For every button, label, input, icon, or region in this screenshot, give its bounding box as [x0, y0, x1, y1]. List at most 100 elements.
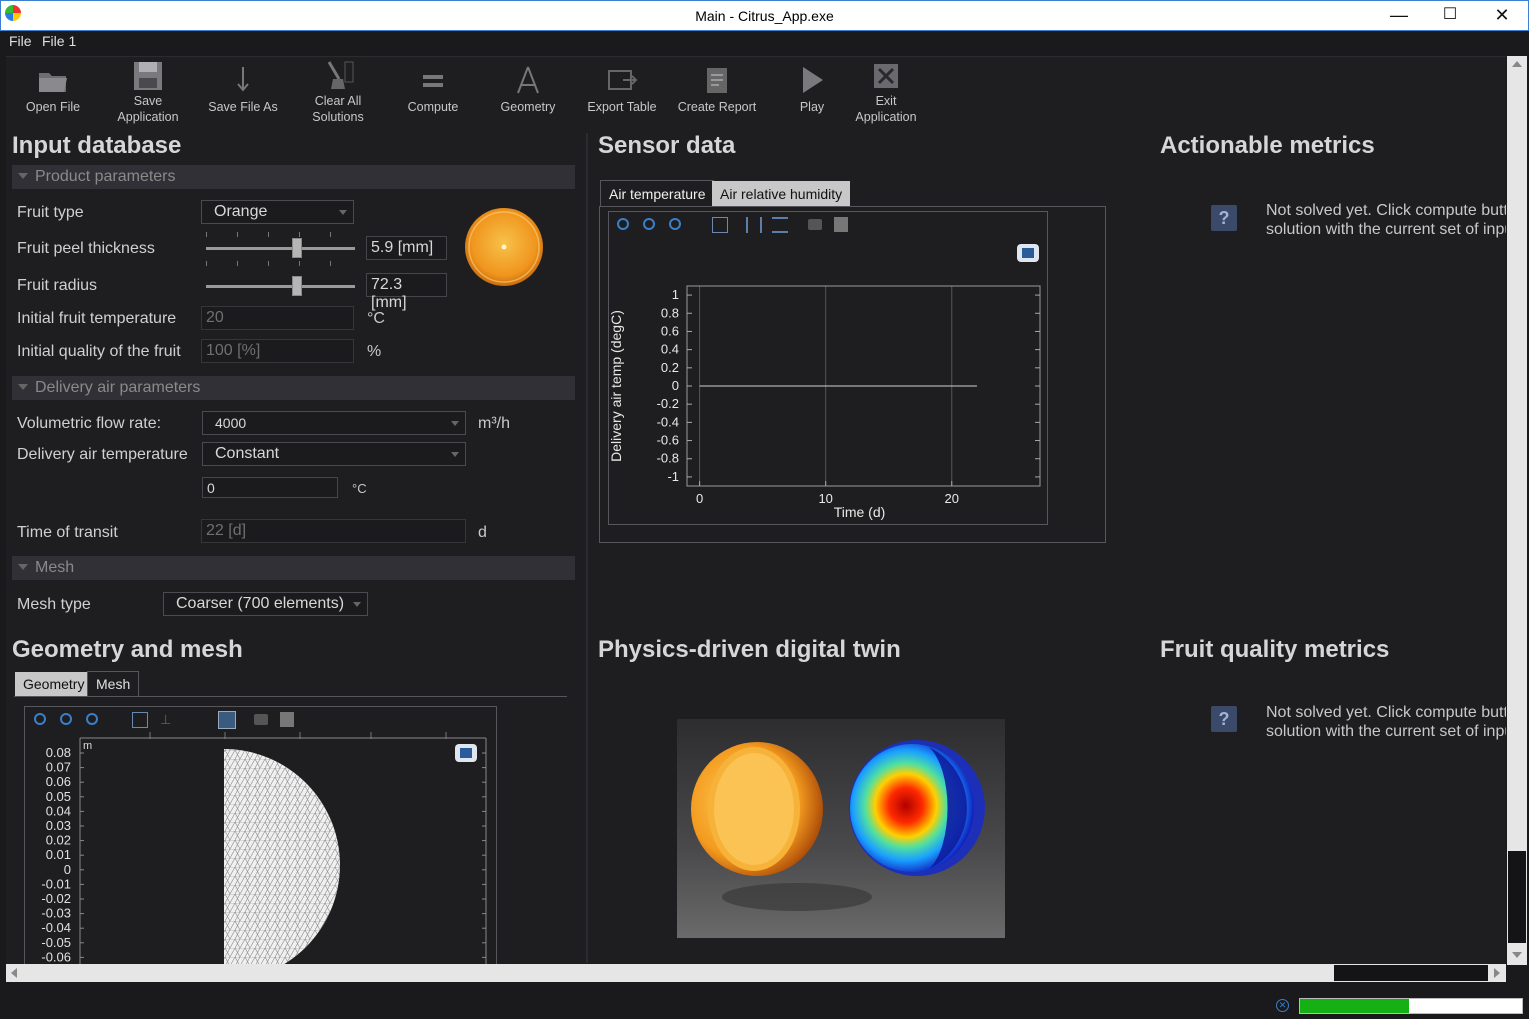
- mesh-section[interactable]: Mesh: [12, 556, 575, 580]
- y-grid-icon[interactable]: [772, 217, 788, 233]
- zoom-in-icon[interactable]: [617, 218, 629, 230]
- clear-all-solutions-button[interactable]: Clear All Solutions: [291, 57, 385, 133]
- folder-icon: [39, 73, 67, 92]
- horizontal-scroll-thumb[interactable]: [1334, 965, 1488, 981]
- y-tick-label: 0.05: [46, 789, 71, 804]
- tab-air-temperature[interactable]: Air temperature: [600, 180, 715, 207]
- x-axis-label: Time (d): [834, 504, 886, 520]
- geometry-button[interactable]: Geometry: [481, 57, 575, 133]
- product-parameters-section[interactable]: Product parameters: [12, 165, 575, 189]
- compass-icon: [517, 66, 539, 94]
- chevron-down-icon: [339, 210, 347, 215]
- zoom-in-icon[interactable]: [34, 713, 46, 725]
- x-grid-icon[interactable]: [746, 217, 762, 233]
- zoom-out-icon[interactable]: [643, 218, 655, 230]
- slider-thumb[interactable]: [292, 238, 303, 258]
- scroll-left-icon[interactable]: [11, 968, 17, 978]
- peel-thickness-value[interactable]: 5.9 [mm]: [366, 236, 447, 260]
- vertical-scrollbar[interactable]: [1507, 56, 1527, 965]
- export-table-icon: [608, 70, 638, 90]
- camera-icon[interactable]: [254, 714, 268, 725]
- mesh-plot: m 0.080.070.060.050.040.030.020.010-0.01…: [41, 732, 487, 964]
- zoom-box-icon[interactable]: [86, 713, 98, 725]
- vertical-scroll-thumb[interactable]: [1508, 851, 1526, 943]
- sensor-data-heading: Sensor data: [598, 132, 736, 159]
- create-report-button[interactable]: Create Report: [670, 57, 764, 133]
- y-tick-label: 0.07: [46, 760, 71, 775]
- tab-geometry[interactable]: Geometry: [15, 672, 93, 696]
- zoom-box-icon[interactable]: [669, 218, 681, 230]
- progress-fill: [1300, 999, 1409, 1013]
- y-tick-label: 0: [64, 862, 71, 877]
- initial-quality-field[interactable]: 100 [%]: [201, 339, 354, 363]
- fruit-type-label: Fruit type: [17, 204, 84, 221]
- scroll-down-icon[interactable]: [1512, 952, 1522, 958]
- close-button[interactable]: ✕: [1479, 3, 1525, 29]
- exit-application-button[interactable]: Exit Application: [839, 57, 933, 133]
- y-tick-label: 0: [672, 378, 679, 393]
- coordinate-cube-icon: [455, 744, 477, 762]
- y-tick-label: 1: [672, 287, 679, 302]
- tab-air-relative-humidity[interactable]: Air relative humidity: [712, 181, 851, 206]
- delivery-air-section[interactable]: Delivery air parameters: [12, 376, 575, 400]
- zoom-extents-icon[interactable]: [712, 217, 728, 233]
- tab-mesh[interactable]: Mesh: [87, 671, 140, 697]
- transit-time-field[interactable]: 22 [d]: [201, 519, 466, 543]
- slider-tick: [237, 261, 238, 266]
- peel-thickness-slider[interactable]: [206, 232, 355, 266]
- coordinate-cube-icon: [1017, 244, 1039, 262]
- flow-rate-select[interactable]: 4000: [202, 411, 466, 435]
- cancel-icon[interactable]: ✕: [1276, 999, 1289, 1012]
- initial-temperature-field[interactable]: 20: [201, 306, 354, 330]
- open-file-button[interactable]: Open File: [6, 57, 100, 133]
- mesh-type-select[interactable]: Coarser (700 elements): [163, 592, 368, 616]
- grid-toggle-icon[interactable]: [218, 711, 236, 729]
- save-file-as-button[interactable]: Save File As: [196, 57, 290, 133]
- floppy-disk-icon: [134, 62, 162, 90]
- minimize-button[interactable]: —: [1376, 3, 1422, 29]
- camera-icon[interactable]: [808, 219, 822, 230]
- axis-orientation-icon[interactable]: ⊥: [160, 712, 176, 728]
- air-temperature-constant-field[interactable]: 0: [202, 477, 338, 498]
- horizontal-scrollbar[interactable]: [6, 964, 1506, 982]
- air-temperature-select[interactable]: Constant: [202, 442, 466, 466]
- export-table-button[interactable]: Export Table: [575, 57, 669, 133]
- menu-file[interactable]: File: [9, 33, 32, 49]
- slider-tick: [299, 261, 300, 266]
- quality-message-line-2: solution with the current set of input: [1266, 723, 1506, 740]
- maximize-button[interactable]: ☐: [1427, 3, 1473, 29]
- y-tick-label: -0.04: [41, 920, 71, 935]
- y-tick-label: -0.6: [657, 433, 679, 448]
- help-question-icon: ?: [1211, 205, 1237, 231]
- y-tick-label: -0.8: [657, 451, 679, 466]
- download-arrow-icon: [237, 67, 249, 92]
- save-application-button[interactable]: Save Application: [101, 57, 195, 133]
- slider-tick: [237, 232, 238, 237]
- slider-track: [206, 285, 355, 288]
- slider-tick: [299, 232, 300, 237]
- zoom-extents-icon[interactable]: [132, 712, 148, 728]
- menu-file-1[interactable]: File 1: [42, 33, 76, 49]
- zoom-out-icon[interactable]: [60, 713, 72, 725]
- peel-thickness-label: Fruit peel thickness: [17, 240, 155, 257]
- slider-tick: [206, 261, 207, 266]
- fruit-radius-slider[interactable]: [206, 274, 355, 300]
- x-tick-label: 0: [696, 491, 703, 506]
- slider-tick: [330, 232, 331, 237]
- window-titlebar: Main - Citrus_App.exe — ☐ ✕: [0, 0, 1529, 31]
- fruit-type-select[interactable]: Orange: [201, 200, 354, 224]
- air-temperature-label: Delivery air temperature: [17, 446, 188, 463]
- slider-tick: [330, 261, 331, 266]
- fruit-radius-value[interactable]: 72.3 [mm]: [366, 273, 447, 311]
- compute-button[interactable]: Compute: [386, 57, 480, 133]
- percent-unit: %: [367, 343, 382, 360]
- slider-thumb[interactable]: [292, 276, 303, 296]
- print-icon[interactable]: [834, 217, 848, 232]
- scroll-right-icon[interactable]: [1494, 968, 1500, 978]
- print-icon[interactable]: [280, 712, 294, 727]
- report-icon: [707, 68, 727, 93]
- slider-tick: [268, 232, 269, 237]
- play-icon: [803, 67, 823, 93]
- y-tick-label: -0.05: [41, 935, 71, 950]
- scroll-up-icon[interactable]: [1512, 61, 1522, 67]
